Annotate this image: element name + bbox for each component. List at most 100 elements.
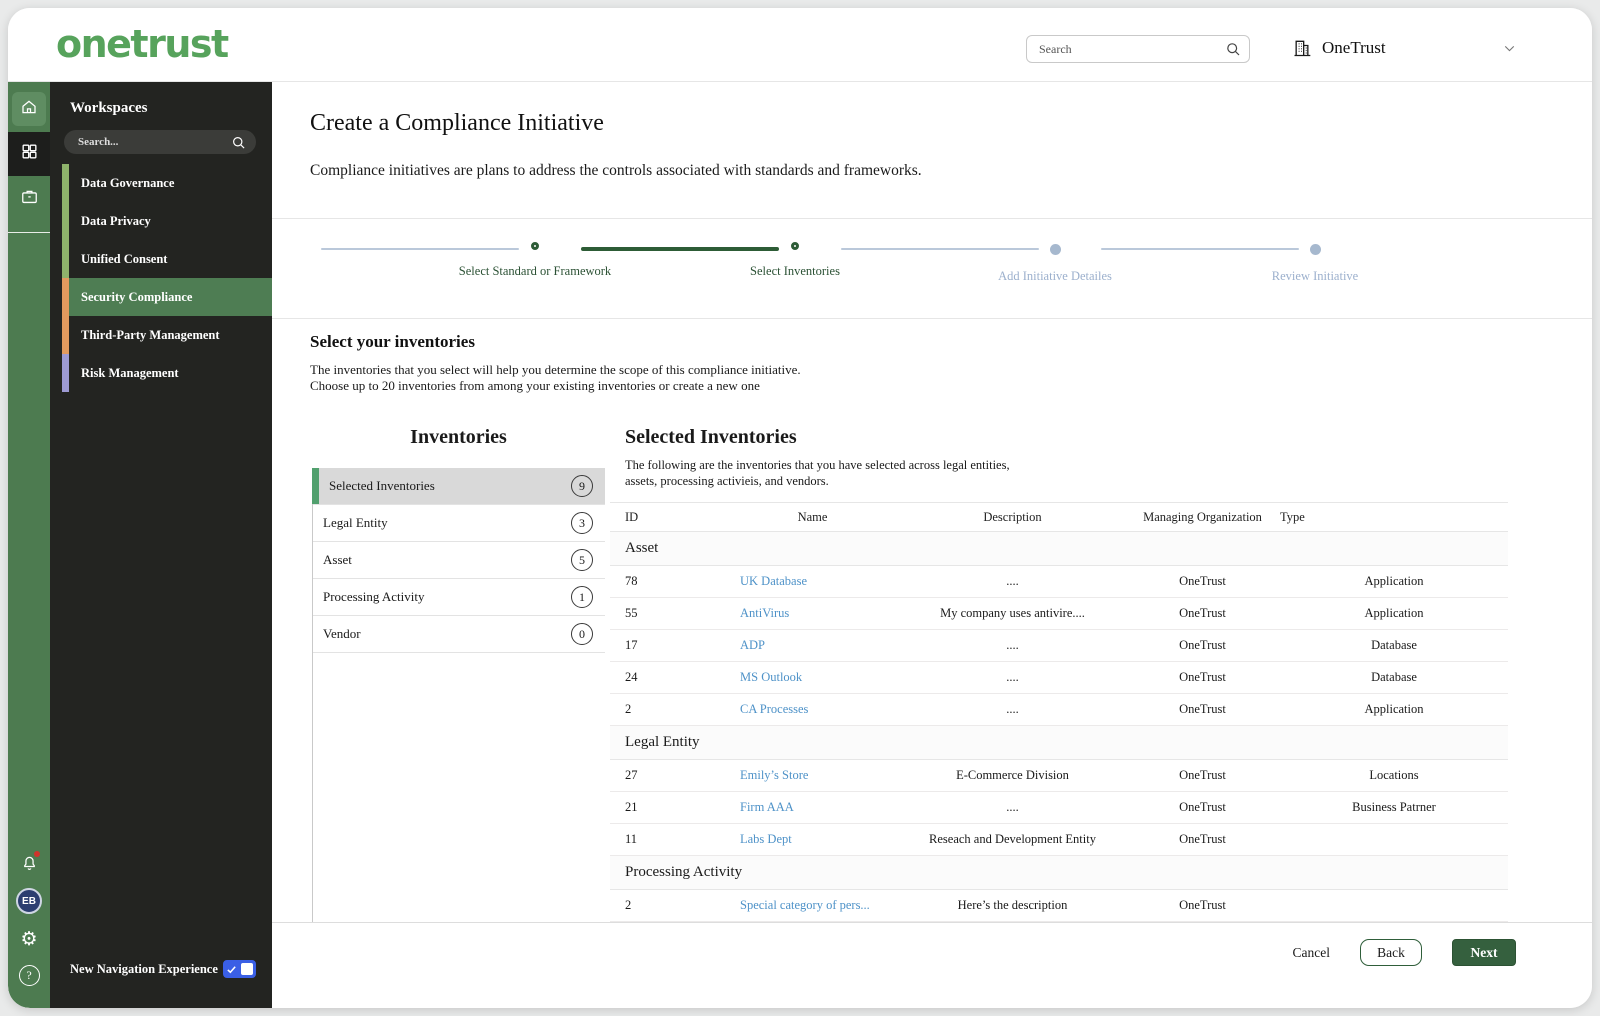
table-group: Legal Entity 27 Emily’s Store E-Commerce… — [610, 726, 1508, 856]
workspace-label: Data Governance — [81, 175, 175, 190]
notifications-button[interactable] — [20, 851, 40, 872]
workspaces-panel: Workspaces Data Governance Data Privacy … — [50, 82, 272, 1008]
table-row: 24 MS Outlook .... OneTrust Database — [610, 662, 1508, 694]
cell-id: 11 — [625, 832, 638, 846]
sidebar-workspace-item[interactable]: Data Privacy — [62, 202, 272, 240]
stepper-dot — [1309, 244, 1321, 255]
cell-name: Firm AAA — [725, 800, 900, 815]
cell-id: 27 — [625, 768, 638, 782]
wizard-stepper: Select Standard or Framework Select Inve… — [272, 242, 1592, 284]
cell-description: Reseach and Development Entity — [929, 832, 1096, 846]
inventory-category-label: Asset — [323, 552, 352, 567]
inventory-category-item[interactable]: Processing Activity 1 — [313, 579, 605, 616]
table-row: 2 Special category of pers... Here’s the… — [610, 890, 1508, 922]
inventory-category-item[interactable]: Legal Entity 3 — [313, 505, 605, 542]
sidebar-workspace-item[interactable]: Third-Party Management — [62, 316, 272, 354]
org-switcher[interactable]: OneTrust — [1292, 32, 1518, 64]
inventory-category-list: Selected Inventories 9 Legal Entity 3 As… — [312, 468, 605, 922]
cell-id: 24 — [625, 670, 638, 684]
main-content: Create a Compliance Initiative Complianc… — [272, 82, 1592, 1008]
inventory-category-item[interactable]: Vendor 0 — [313, 616, 605, 653]
stepper-connector — [1101, 248, 1299, 250]
cell-name: ADP — [725, 638, 900, 653]
inventory-name-link[interactable]: MS Outlook — [740, 670, 802, 684]
back-button[interactable]: Back — [1360, 939, 1422, 966]
settings-gear-icon[interactable]: ⚙ — [20, 930, 37, 949]
stepper-connector — [321, 248, 519, 250]
cell-id: 21 — [625, 800, 638, 814]
home-icon — [20, 98, 38, 121]
new-nav-experience-row: New Navigation Experience — [70, 960, 256, 978]
briefcase-nav-button[interactable] — [12, 182, 46, 216]
cell-type: Application — [1364, 702, 1424, 716]
home-nav-button[interactable] — [12, 92, 46, 126]
stepper-label: Select Standard or Framework — [458, 264, 612, 278]
section-heading: Select your inventories — [310, 332, 475, 351]
app-window: onetrust OneTrust — [8, 8, 1592, 1008]
table-column-header: ID — [625, 509, 639, 524]
divider — [272, 218, 1592, 219]
table-group-label: Legal Entity — [625, 734, 700, 750]
inventory-name-link[interactable]: Special category of pers... — [740, 898, 870, 912]
inventory-name-link[interactable]: ADP — [740, 638, 765, 652]
stepper-connector — [841, 248, 1039, 250]
workspace-label: Security Compliance — [81, 289, 193, 304]
table-row: 78 UK Database .... OneTrust Application — [610, 566, 1508, 598]
cell-managing-organization: OneTrust — [1179, 670, 1226, 684]
toggle-knob — [241, 963, 253, 975]
global-search-input[interactable] — [1027, 41, 1225, 57]
table-group-rows: 2 Special category of pers... Here’s the… — [610, 890, 1508, 922]
top-bar: onetrust OneTrust — [8, 8, 1592, 82]
cell-type: Locations — [1369, 768, 1419, 782]
onetrust-logo: onetrust — [56, 22, 229, 66]
inventory-name-link[interactable]: Firm AAA — [740, 800, 794, 814]
inventory-name-link[interactable]: Labs Dept — [740, 832, 792, 846]
notification-badge — [33, 851, 40, 857]
workspace-search-input[interactable] — [64, 136, 231, 148]
cell-managing-organization: OneTrust — [1179, 832, 1226, 846]
sidebar-workspace-item[interactable]: Risk Management — [62, 354, 272, 392]
divider — [272, 318, 1592, 319]
cell-description: .... — [1006, 638, 1019, 652]
search-icon — [231, 135, 246, 150]
inventory-category-item[interactable]: Selected Inventories 9 — [313, 468, 605, 505]
section-description-line1: The inventories that you select will hel… — [310, 362, 801, 377]
workspaces-nav-button[interactable] — [8, 132, 50, 176]
inventory-name-link[interactable]: CA Processes — [740, 702, 808, 716]
nav-experience-toggle[interactable] — [223, 960, 256, 978]
inventory-category-item[interactable]: Asset 5 — [313, 542, 605, 579]
sidebar-workspace-item[interactable]: Data Governance — [62, 164, 272, 202]
cell-id: 78 — [625, 574, 638, 588]
cell-id: 2 — [625, 702, 632, 716]
cell-name: UK Database — [725, 574, 900, 589]
inventory-name-link[interactable]: AntiVirus — [740, 606, 789, 620]
inventory-name-link[interactable]: Emily’s Store — [740, 768, 808, 782]
section-description-line2: Choose up to 20 inventories from among y… — [310, 378, 760, 393]
cancel-button[interactable]: Cancel — [1293, 945, 1330, 961]
rail-bottom: EB ⚙ ? — [8, 851, 50, 986]
help-icon[interactable]: ? — [18, 965, 40, 986]
cell-name: Labs Dept — [725, 832, 900, 847]
stepper-dot — [531, 242, 539, 250]
page-title: Create a Compliance Initiative — [310, 110, 604, 136]
next-button[interactable]: Next — [1452, 939, 1516, 966]
search-icon — [1225, 41, 1241, 57]
check-icon — [226, 964, 237, 975]
cell-description: .... — [1006, 702, 1019, 716]
avatar[interactable]: EB — [16, 888, 42, 914]
inventory-category-label: Vendor — [323, 626, 361, 641]
cell-type: Database — [1371, 670, 1417, 684]
cell-description: Here’s the description — [957, 898, 1068, 912]
inventory-count-badge: 9 — [571, 475, 593, 497]
cell-description: My company uses antivire.... — [940, 606, 1085, 620]
inventory-name-link[interactable]: UK Database — [740, 574, 807, 588]
stepper-dot — [1049, 244, 1061, 255]
sidebar-workspace-item[interactable]: Security Compliance — [62, 278, 272, 316]
table-row: 27 Emily’s Store E-Commerce Division One… — [610, 760, 1508, 792]
cell-managing-organization: OneTrust — [1179, 768, 1226, 782]
table-column-header: Managing Organization — [1143, 509, 1262, 524]
workspace-color-strip — [62, 164, 69, 202]
sidebar-workspace-item[interactable]: Unified Consent — [62, 240, 272, 278]
stepper-step[interactable]: Review Initiative — [1101, 242, 1445, 284]
new-nav-experience-label: New Navigation Experience — [70, 961, 218, 976]
